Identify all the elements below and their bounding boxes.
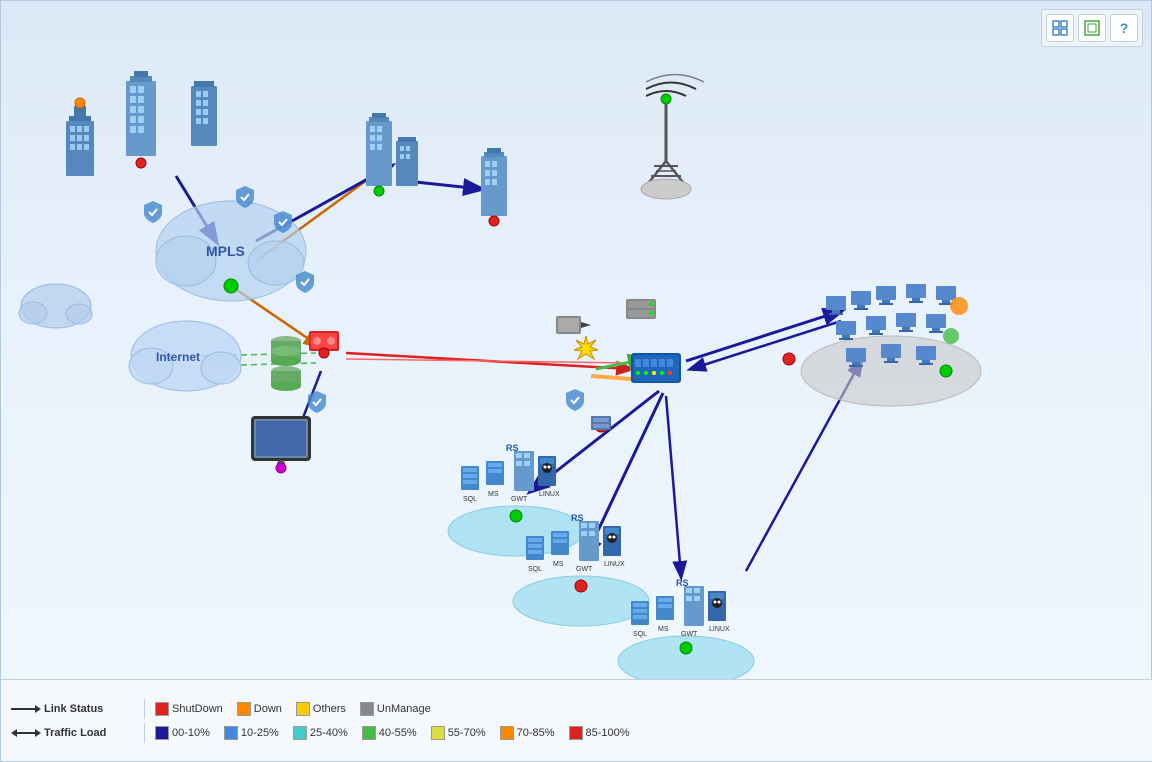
building-topcenter[interactable] bbox=[126, 71, 156, 168]
link-status-row: Link Status ShutDown Down Others UnManag… bbox=[11, 699, 1143, 719]
svg-text:MS: MS bbox=[658, 626, 669, 633]
legend-item-85-100: 85-100% bbox=[569, 726, 630, 740]
nas-device[interactable] bbox=[626, 299, 656, 319]
svg-text:MS: MS bbox=[488, 491, 499, 498]
shield-icon6 bbox=[566, 389, 584, 411]
building-rightcluster[interactable] bbox=[366, 113, 418, 196]
legend-item-down: Down bbox=[237, 702, 282, 716]
svg-text:RS: RS bbox=[571, 513, 584, 523]
fullscreen-button[interactable] bbox=[1078, 14, 1106, 42]
legend-item-55-70: 55-70% bbox=[431, 726, 486, 740]
shield-icon5 bbox=[308, 391, 326, 413]
network-diagram: MPLS Internet bbox=[1, 1, 1152, 681]
legend-item-0-10: 00-10% bbox=[155, 726, 210, 740]
shield-icon3 bbox=[274, 211, 292, 233]
internet-cloud: Internet bbox=[129, 321, 241, 391]
legend-item-25-40: 25-40% bbox=[293, 726, 348, 740]
legend-label-unmanage: UnManage bbox=[377, 703, 431, 715]
legend-item-40-55: 40-55% bbox=[362, 726, 417, 740]
wireless-tower[interactable] bbox=[641, 75, 704, 200]
tablet-device[interactable] bbox=[251, 416, 311, 473]
svg-text:RS: RS bbox=[506, 443, 519, 453]
legend-label-10-25: 10-25% bbox=[241, 727, 279, 739]
svg-text:SQL: SQL bbox=[528, 566, 542, 573]
legend-label-55-70: 55-70% bbox=[448, 727, 486, 739]
legend-label-85-100: 85-100% bbox=[586, 727, 630, 739]
mpls-cloud: MPLS bbox=[156, 201, 306, 301]
shield-icon4 bbox=[296, 271, 314, 293]
legend-label-down: Down bbox=[254, 703, 282, 715]
svg-text:LINUX: LINUX bbox=[709, 626, 730, 633]
shield-icon2 bbox=[236, 186, 254, 208]
firewall-device[interactable] bbox=[309, 331, 339, 358]
central-switch[interactable] bbox=[631, 353, 681, 383]
link-status-title: Link Status bbox=[44, 703, 134, 715]
legend-item-others: Others bbox=[296, 702, 346, 716]
legend-label-25-40: 25-40% bbox=[310, 727, 348, 739]
legend-item-shutdown: ShutDown bbox=[155, 702, 223, 716]
legend-item-unmanage: UnManage bbox=[360, 702, 431, 716]
legend-label-40-55: 40-55% bbox=[379, 727, 417, 739]
building-farright[interactable] bbox=[481, 148, 507, 226]
svg-text:SQL: SQL bbox=[633, 631, 647, 638]
svg-text:RS: RS bbox=[676, 578, 689, 588]
alert-icon[interactable] bbox=[574, 336, 598, 359]
svg-text:MPLS: MPLS bbox=[206, 243, 245, 259]
svg-text:LINUX: LINUX bbox=[539, 491, 560, 498]
legend-area: Link Status ShutDown Down Others UnManag… bbox=[1, 679, 1152, 761]
main-container: ? bbox=[0, 0, 1152, 762]
server-group2[interactable]: SQL MS GWT LINUX bbox=[513, 513, 649, 626]
legend-label-shutdown: ShutDown bbox=[172, 703, 223, 715]
svg-text:SQL: SQL bbox=[463, 496, 477, 503]
traffic-load-row: Traffic Load 00-10% 10-25% 25-40% 40-55% bbox=[11, 723, 1143, 743]
small-device1[interactable] bbox=[556, 316, 591, 334]
legend-item-10-25: 10-25% bbox=[224, 726, 279, 740]
traffic-load-title: Traffic Load bbox=[44, 727, 134, 739]
shield-icon1 bbox=[144, 201, 162, 223]
svg-text:GWT: GWT bbox=[511, 496, 528, 503]
svg-text:GWT: GWT bbox=[681, 631, 698, 638]
legend-label-others: Others bbox=[313, 703, 346, 715]
svg-text:MS: MS bbox=[553, 561, 564, 568]
legend-label-70-85: 70-85% bbox=[517, 727, 555, 739]
svg-text:LINUX: LINUX bbox=[604, 561, 625, 568]
small-server[interactable] bbox=[591, 416, 611, 430]
help-button[interactable]: ? bbox=[1110, 14, 1138, 42]
server-group3[interactable]: SQL MS GWT LINUX bbox=[618, 578, 754, 681]
small-cloud bbox=[19, 284, 92, 328]
building-center[interactable] bbox=[191, 81, 217, 146]
connection-status2 bbox=[595, 420, 607, 432]
legend-label-0-10: 00-10% bbox=[172, 727, 210, 739]
building-topleft[interactable] bbox=[66, 98, 94, 176]
office-cluster[interactable] bbox=[801, 284, 981, 406]
legend-item-70-85: 70-85% bbox=[500, 726, 555, 740]
storage-device[interactable] bbox=[271, 336, 301, 391]
connection-status1 bbox=[783, 353, 795, 365]
svg-text:Internet: Internet bbox=[156, 350, 200, 364]
zoom-fit-button[interactable] bbox=[1046, 14, 1074, 42]
svg-text:GWT: GWT bbox=[576, 566, 593, 573]
server-group1[interactable]: SQL MS GWT bbox=[448, 443, 584, 556]
toolbar: ? bbox=[1041, 9, 1143, 47]
